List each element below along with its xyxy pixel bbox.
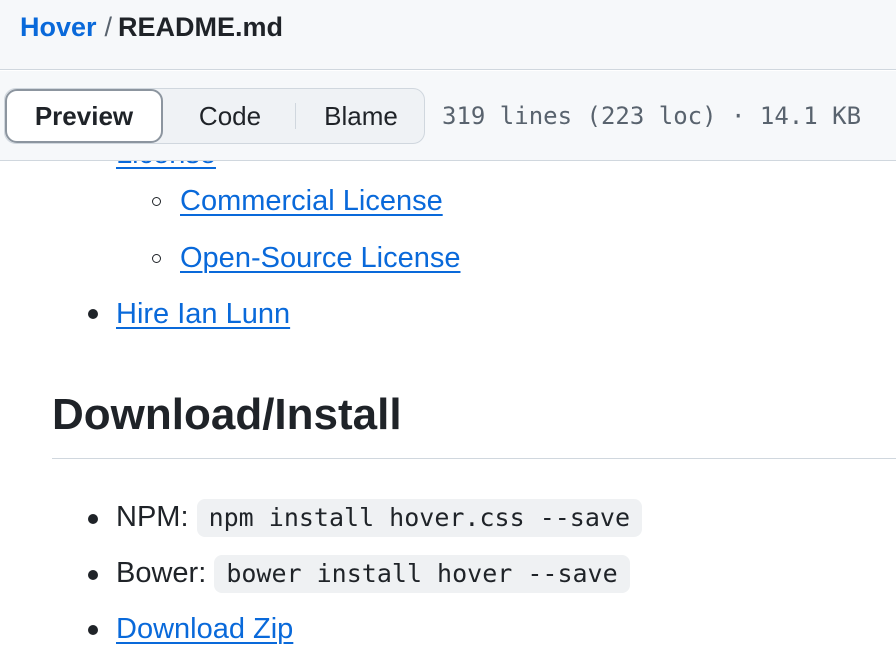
heading-divider [52, 458, 896, 459]
bower-label: Bower: [116, 557, 207, 589]
list-bullet [88, 514, 98, 524]
commercial-license-link[interactable]: Commercial License [180, 185, 443, 217]
section-heading: Download/Install [52, 390, 402, 439]
list-item: Download Zip [116, 611, 293, 647]
npm-label: NPM: [116, 501, 189, 533]
tab-blame[interactable]: Blame [297, 89, 425, 143]
list-item: NPM: npm install hover.css --save [116, 499, 642, 538]
download-zip-link[interactable]: Download Zip [116, 613, 293, 645]
tab-code[interactable]: Code [165, 89, 295, 143]
npm-install-command: npm install hover.css --save [196, 499, 642, 538]
list-bullet-circle [152, 197, 161, 206]
open-source-license-link[interactable]: Open-Source License [180, 242, 461, 274]
file-toolbar: Preview Code Blame 319 lines (223 loc) ·… [0, 71, 896, 161]
list-bullet-circle [152, 254, 161, 263]
bower-install-command: bower install hover --save [214, 555, 630, 594]
list-item: Open-Source License [180, 240, 461, 276]
list-item: Hire Ian Lunn [116, 296, 290, 332]
list-item: Bower: bower install hover --save [116, 555, 630, 594]
list-bullet [88, 625, 98, 635]
view-mode-segmented-control: Preview Code Blame [4, 88, 425, 144]
list-bullet [88, 570, 98, 580]
segment-divider [295, 103, 296, 129]
hire-ian-lunn-link[interactable]: Hire Ian Lunn [116, 298, 290, 330]
list-bullet [88, 309, 98, 319]
list-item: Commercial License [180, 183, 443, 219]
file-stats: 319 lines (223 loc) · 14.1 KB [442, 102, 862, 130]
tab-preview[interactable]: Preview [5, 89, 163, 143]
